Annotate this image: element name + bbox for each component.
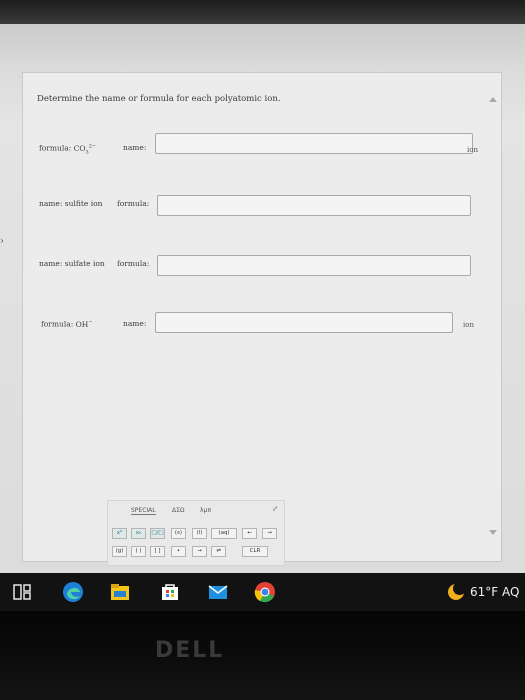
row-3-given-label: name: [39,259,63,268]
monitor-brand-logo: DELL [155,638,225,663]
redo-button[interactable]: → [262,528,277,539]
brackets-button[interactable]: [ ] [150,546,165,557]
row-1-given-formula: CO32− [73,143,97,155]
row-3-formula-input[interactable] [157,255,471,276]
row-4-given-formula: OH− [75,319,93,329]
monitor-bezel [0,611,525,700]
row-4-ask-label: name: [123,319,147,328]
row-4-given-label: formula: [41,319,74,329]
row-2-ask-label: formula: [117,199,150,208]
liquid-state-button[interactable]: (l) [192,528,207,539]
expand-icon[interactable]: ⤢ [272,505,278,513]
superscript-button[interactable]: x⁰ [112,528,127,539]
row-1-name-input[interactable] [155,133,473,154]
row-4-given: formula: OH− [41,319,93,329]
browser-band [0,24,525,64]
tab-special[interactable]: SPECIAL [131,507,156,515]
row-1-given: formula: CO32− [39,143,96,155]
question-instruction: Determine the name or formula for each p… [37,94,281,104]
row-1-suffix: ion [467,146,478,154]
row-4-name-input[interactable] [155,312,453,333]
equilibrium-arrow-button[interactable]: ⇌ [211,546,226,557]
chrome-browser-icon[interactable] [254,581,276,603]
clear-button[interactable]: CLR [242,546,268,557]
row-2-given-value: sulfite ion [64,199,103,208]
parentheses-button[interactable]: ( ) [131,546,146,557]
solid-state-button[interactable]: (s) [171,528,186,539]
subscript-button[interactable]: x₀ [131,528,146,539]
aqueous-state-button[interactable]: (aq) [211,528,237,539]
row-2-formula-input[interactable] [157,195,471,216]
dot-button[interactable]: • [171,546,186,557]
row-3-ask-label: formula: [117,259,150,268]
gas-state-button[interactable]: (g) [112,546,127,557]
weather-moon-icon[interactable] [448,582,466,600]
taskbar: 61°F AQ [0,573,525,611]
edge-browser-icon[interactable] [62,581,84,603]
row-4-suffix: ion [463,321,474,329]
row-2-given-label: name: [39,199,63,208]
row-2-given: name: sulfite ion [39,199,102,208]
special-characters-toolbar: SPECIAL ΔΣΩ λμπ ⤢ x⁰ x₀ □/□ (s) (l) (aq)… [107,500,285,566]
tab-greek-lower[interactable]: λμπ [200,507,211,514]
undo-button[interactable]: ← [242,528,257,539]
fraction-button[interactable]: □/□ [150,528,165,539]
row-3-given-value: sulfate ion [64,259,105,268]
row-1-ask-label: name: [123,143,147,152]
scroll-down-icon[interactable] [489,530,497,535]
scroll-up-icon[interactable] [489,97,497,102]
reaction-arrow-button[interactable]: → [192,546,207,557]
task-view-icon[interactable] [12,583,32,601]
microsoft-store-icon[interactable] [160,583,180,601]
screen-top-strip [0,0,525,24]
mail-icon[interactable] [208,583,228,601]
weather-readout[interactable]: 61°F AQ [470,585,519,599]
row-1-given-label: formula: [39,143,72,153]
tab-greek-upper[interactable]: ΔΣΩ [172,507,184,514]
question-panel: Determine the name or formula for each p… [22,72,502,566]
chevron-left-icon[interactable]: › [0,236,4,247]
file-explorer-icon[interactable] [110,583,130,601]
row-3-given: name: sulfate ion [39,259,105,268]
